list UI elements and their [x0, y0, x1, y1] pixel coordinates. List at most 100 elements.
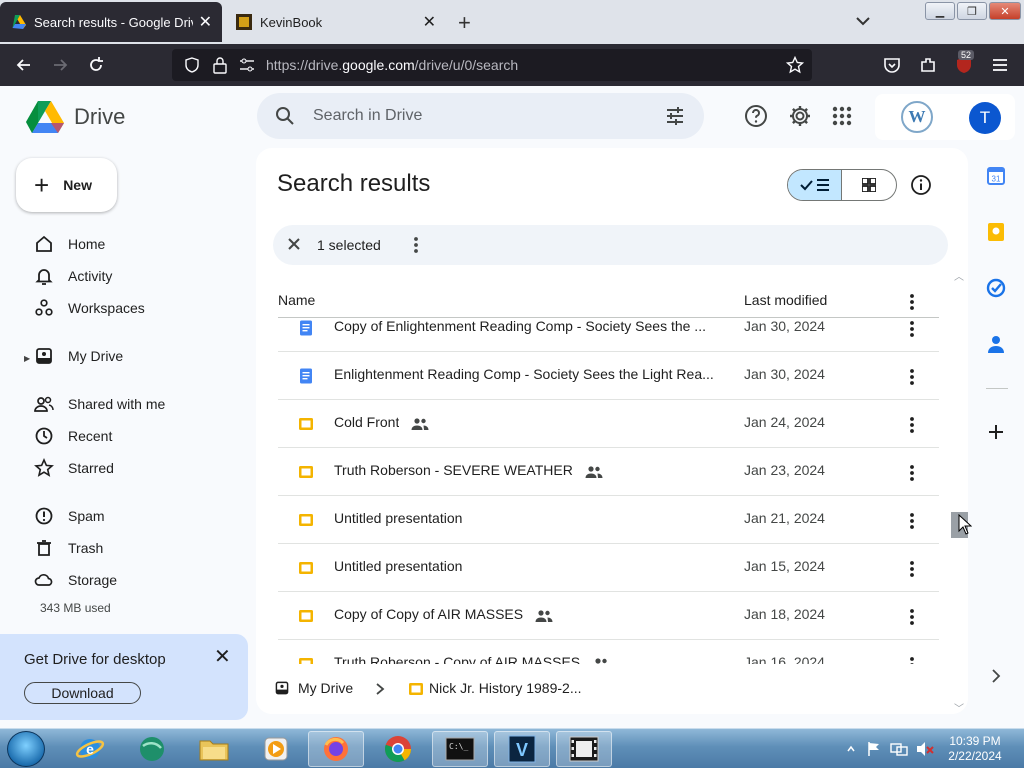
minimize-button[interactable]: ▁: [925, 2, 955, 20]
avatar[interactable]: T: [969, 102, 1001, 134]
close-icon[interactable]: ✕: [214, 644, 231, 669]
file-row[interactable]: Untitled presentation Jan 21, 2024: [278, 496, 939, 544]
tasks-icon[interactable]: [986, 278, 1006, 298]
workspaces-icon: [35, 299, 53, 316]
search-options-icon[interactable]: [665, 106, 685, 126]
search-input[interactable]: Search in Drive: [257, 93, 704, 139]
close-tab-icon[interactable]: ✕: [199, 12, 212, 32]
tab-kevinbook[interactable]: KevinBook ✕: [226, 2, 446, 42]
column-options-icon[interactable]: [904, 291, 920, 313]
clock[interactable]: 10:39 PM 2/22/2024: [940, 734, 1010, 764]
info-icon[interactable]: [910, 174, 932, 196]
keep-icon[interactable]: [986, 222, 1006, 242]
pocket-icon[interactable]: [882, 55, 902, 75]
file-row[interactable]: Untitled presentation Jan 15, 2024: [278, 544, 939, 592]
taskbar-firefox[interactable]: [308, 731, 364, 767]
volume-muted-icon[interactable]: [916, 741, 934, 757]
file-row[interactable]: Copy of Copy of AIR MASSES Jan 18, 2024: [278, 592, 939, 640]
more-vert-icon[interactable]: [904, 366, 920, 388]
reload-icon[interactable]: [86, 55, 106, 75]
search-icon[interactable]: [275, 106, 295, 126]
modified-column-header[interactable]: Last modified: [744, 292, 827, 308]
drive-app: Drive Search in Drive W T + New Home Act…: [0, 86, 1024, 728]
file-row[interactable]: Enlightenment Reading Comp - Society See…: [278, 352, 939, 400]
chevron-right-icon[interactable]: [986, 666, 1006, 686]
file-row[interactable]: Truth Roberson - SEVERE WEATHER Jan 23, 2…: [278, 448, 939, 496]
flag-icon[interactable]: [866, 741, 882, 757]
workspace-logo[interactable]: W: [901, 101, 933, 133]
more-vert-icon[interactable]: [904, 606, 920, 628]
file-modified: Jan 30, 2024: [744, 366, 825, 382]
more-vert-icon[interactable]: [904, 414, 920, 436]
back-arrow-icon[interactable]: [14, 55, 34, 75]
taskbar-film[interactable]: [556, 731, 612, 767]
add-addon-icon[interactable]: [986, 422, 1006, 442]
taskbar-chrome[interactable]: [370, 731, 426, 767]
shared-people-icon: [411, 418, 429, 430]
clock-date: 2/22/2024: [948, 749, 1002, 763]
close-tab-icon[interactable]: ✕: [423, 12, 436, 32]
forward-arrow-icon[interactable]: [50, 55, 70, 75]
taskbar-vegas[interactable]: V: [494, 731, 550, 767]
sidebar-item-spam[interactable]: Spam: [28, 502, 248, 530]
taskbar-ie[interactable]: e: [62, 731, 118, 767]
file-row[interactable]: Cold Front Jan 24, 2024: [278, 400, 939, 448]
shield-icon[interactable]: [184, 57, 200, 73]
taskbar-app-globe[interactable]: [124, 731, 180, 767]
address-bar[interactable]: https://drive.google.com/drive/u/0/searc…: [172, 49, 812, 81]
more-vert-icon[interactable]: [904, 462, 920, 484]
taskbar-explorer[interactable]: [186, 731, 242, 767]
sidebar-item-storage[interactable]: Storage: [28, 566, 248, 594]
network-icon[interactable]: [890, 741, 908, 757]
list-view-button[interactable]: [788, 170, 843, 200]
settings-gear-icon[interactable]: [788, 104, 812, 128]
close-window-button[interactable]: ✕: [989, 2, 1021, 20]
help-icon[interactable]: [744, 104, 768, 128]
drive-logo[interactable]: Drive: [26, 100, 125, 134]
file-row[interactable]: Truth Roberson - Copy of AIR MASSES Jan 1…: [278, 640, 939, 664]
more-vert-icon[interactable]: [904, 318, 920, 340]
sidebar-item-label: Trash: [68, 540, 104, 556]
taskbar-terminal[interactable]: C:\_: [432, 731, 488, 767]
extensions-icon[interactable]: [918, 55, 938, 75]
sidebar-item-starred[interactable]: Starred: [28, 454, 248, 482]
clear-selection-icon[interactable]: [285, 235, 303, 253]
bookmark-star-icon[interactable]: [786, 56, 804, 74]
taskbar-media[interactable]: [248, 731, 304, 767]
more-vert-icon[interactable]: [904, 510, 920, 532]
more-actions-icon[interactable]: [407, 234, 425, 256]
start-button[interactable]: [7, 731, 45, 767]
new-tab-button[interactable]: +: [458, 10, 471, 36]
more-vert-icon[interactable]: [904, 654, 920, 664]
name-column-header[interactable]: Name: [278, 292, 315, 308]
permissions-icon[interactable]: [238, 57, 256, 73]
file-name: Copy of Enlightenment Reading Comp - Soc…: [334, 318, 706, 334]
scroll-up-arrow-icon[interactable]: ︿: [954, 268, 964, 283]
download-button[interactable]: Download: [24, 682, 141, 704]
docs-file-icon: [300, 320, 312, 336]
drive-logo-icon: [26, 101, 64, 133]
sidebar-item-recent[interactable]: Recent: [28, 422, 248, 450]
tray-expand-icon[interactable]: [846, 744, 856, 754]
file-row[interactable]: Copy of Enlightenment Reading Comp - Soc…: [278, 318, 939, 352]
grid-view-button[interactable]: [842, 170, 896, 200]
scroll-down-arrow-icon[interactable]: ﹀: [954, 700, 964, 714]
path-root[interactable]: My Drive: [298, 680, 353, 696]
contacts-icon[interactable]: [986, 334, 1006, 354]
sidebar-item-home[interactable]: Home: [28, 230, 248, 258]
sidebar-item-workspaces[interactable]: Workspaces: [28, 294, 248, 322]
sidebar-item-trash[interactable]: Trash: [28, 534, 248, 562]
calendar-icon[interactable]: 31: [986, 166, 1006, 186]
path-item[interactable]: Nick Jr. History 1989-2...: [429, 680, 582, 696]
sidebar-item-shared[interactable]: Shared with me: [28, 390, 248, 418]
apps-grid-icon[interactable]: [830, 104, 854, 128]
sidebar-item-activity[interactable]: Activity: [28, 262, 248, 290]
new-button[interactable]: + New: [16, 158, 117, 212]
tab-drive[interactable]: Search results - Google Drive ✕: [0, 2, 222, 42]
lock-icon[interactable]: [212, 56, 228, 74]
menu-icon[interactable]: [990, 55, 1010, 75]
chevron-down-icon[interactable]: [854, 12, 872, 30]
sidebar-item-my-drive[interactable]: My Drive: [28, 342, 248, 370]
more-vert-icon[interactable]: [904, 558, 920, 580]
maximize-button[interactable]: ❐: [957, 2, 987, 20]
